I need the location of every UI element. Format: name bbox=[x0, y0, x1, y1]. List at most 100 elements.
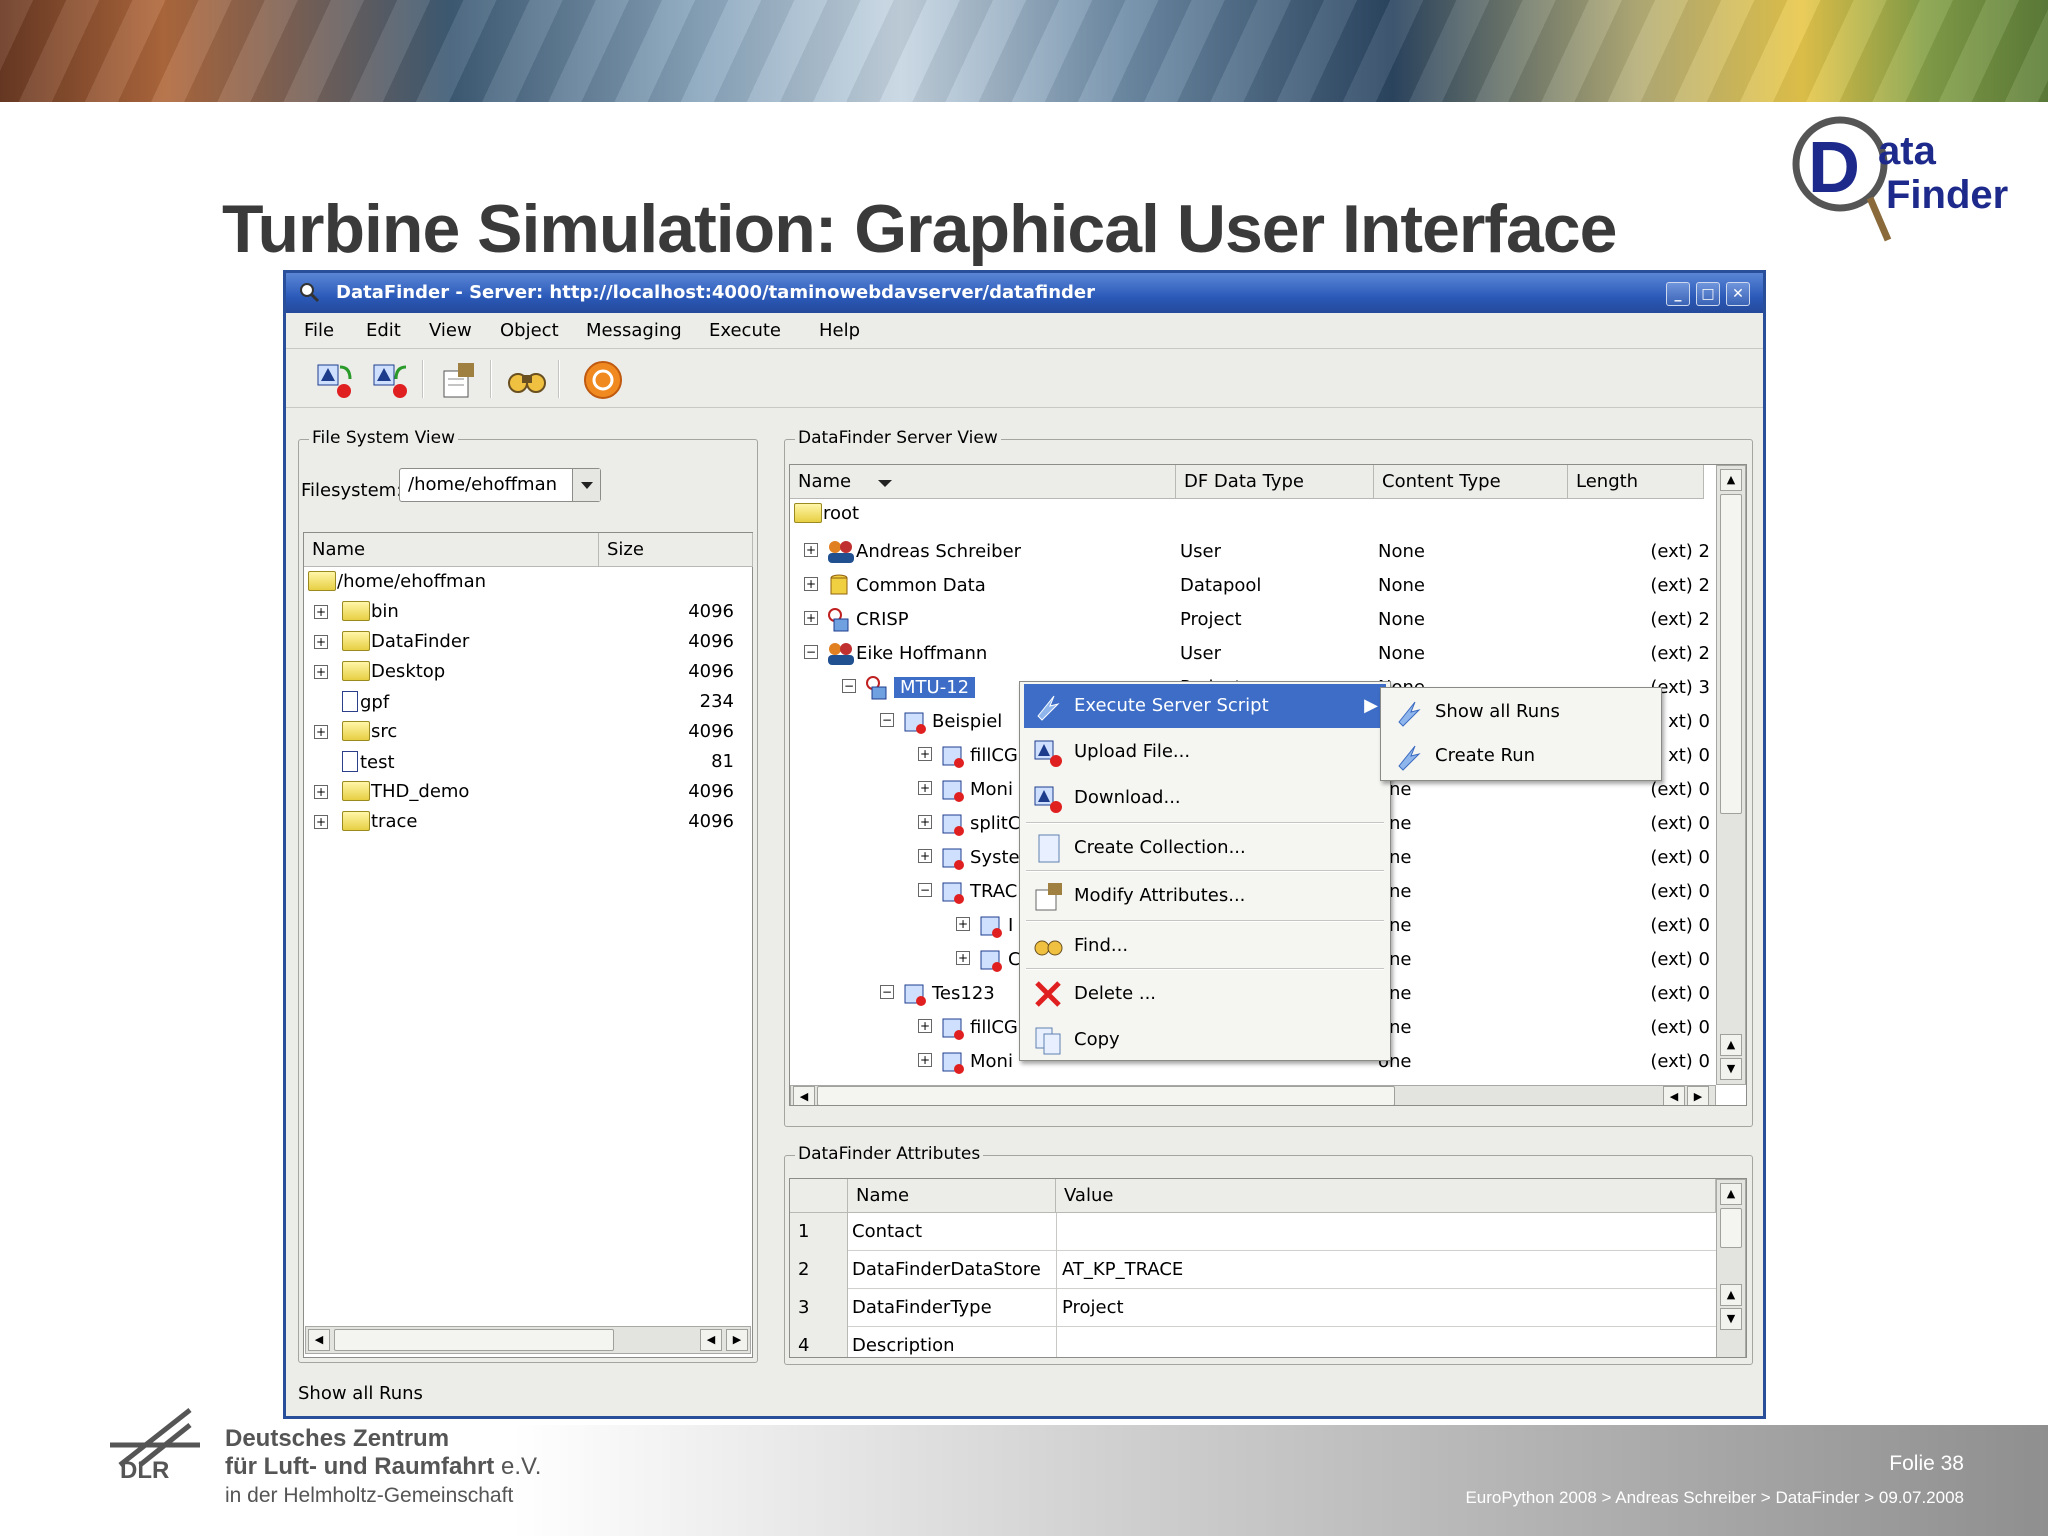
scroll-thumb[interactable] bbox=[817, 1086, 1395, 1105]
menu-edit[interactable]: Edit bbox=[366, 313, 401, 349]
menu-help[interactable]: Help bbox=[819, 313, 860, 349]
column-header-name[interactable]: Name bbox=[848, 1179, 1056, 1213]
stop-execution-icon[interactable] bbox=[582, 359, 624, 401]
expand-icon[interactable]: + bbox=[314, 635, 328, 649]
submenu-create-run[interactable]: Create Run bbox=[1385, 734, 1657, 778]
attributes-table[interactable]: Name Value 1 Contact 2 DataFinderDataStore A… bbox=[789, 1178, 1747, 1358]
scroll-left-button[interactable]: ◀ bbox=[308, 1329, 330, 1351]
expand-icon[interactable]: + bbox=[956, 917, 970, 931]
column-header-name[interactable]: Name bbox=[304, 533, 599, 567]
list-item[interactable]: /home/ehoffman bbox=[308, 571, 486, 592]
expand-icon[interactable]: + bbox=[314, 605, 328, 619]
minimize-button[interactable]: _ bbox=[1666, 282, 1690, 306]
scroll-up-button-2[interactable]: ▲ bbox=[1720, 1034, 1742, 1056]
table-row[interactable]: 3 DataFinderType Project bbox=[790, 1289, 1716, 1327]
context-menu-upload-file[interactable]: Upload File... bbox=[1024, 730, 1386, 774]
scroll-up-button-2[interactable]: ▲ bbox=[1720, 1284, 1742, 1306]
tree-row-label: Moni bbox=[970, 1051, 1013, 1072]
filesystem-select[interactable]: /home/ehoffman bbox=[399, 468, 601, 502]
scroll-left-button-2[interactable]: ◀ bbox=[700, 1329, 722, 1351]
menu-object[interactable]: Object bbox=[500, 313, 559, 349]
menu-execute[interactable]: Execute bbox=[709, 313, 781, 349]
upload-icon[interactable] bbox=[314, 359, 356, 401]
tree-row-label: Eike Hoffmann bbox=[856, 643, 988, 664]
file-icon bbox=[342, 751, 358, 772]
expand-icon[interactable]: + bbox=[918, 781, 932, 795]
column-header-size[interactable]: Size bbox=[599, 533, 753, 567]
menu-messaging[interactable]: Messaging bbox=[586, 313, 682, 349]
scroll-left-button[interactable]: ◀ bbox=[793, 1086, 815, 1105]
tree-row[interactable]: − Eike Hoffmann User None (ext) 2 bbox=[790, 639, 1716, 669]
context-menu-copy[interactable]: Copy bbox=[1024, 1018, 1386, 1062]
collapse-icon[interactable]: − bbox=[804, 645, 818, 659]
attributes-vertical-scrollbar[interactable]: ▲ ▲ ▼ bbox=[1716, 1179, 1746, 1357]
collapse-icon[interactable]: − bbox=[842, 679, 856, 693]
column-header-value[interactable]: Value bbox=[1056, 1179, 1716, 1213]
column-header-length[interactable]: Length bbox=[1568, 465, 1704, 499]
fs-horizontal-scrollbar[interactable]: ◀ ◀ ▶ bbox=[305, 1326, 751, 1354]
folder-icon bbox=[342, 601, 370, 621]
scroll-thumb[interactable] bbox=[1720, 1208, 1742, 1248]
download-icon[interactable] bbox=[370, 359, 412, 401]
close-button[interactable]: ✕ bbox=[1726, 282, 1750, 306]
expand-icon[interactable]: + bbox=[314, 665, 328, 679]
column-header-content-type[interactable]: Content Type bbox=[1374, 465, 1568, 499]
expand-icon[interactable]: + bbox=[918, 747, 932, 761]
maximize-button[interactable]: □ bbox=[1696, 282, 1720, 306]
window-titlebar[interactable]: DataFinder - Server: http://localhost:40… bbox=[286, 273, 1763, 313]
context-menu-label: Find... bbox=[1074, 935, 1129, 956]
scroll-up-button[interactable]: ▲ bbox=[1720, 469, 1742, 491]
datafinder-window: DataFinder - Server: http://localhost:40… bbox=[283, 270, 1766, 1419]
scroll-up-button[interactable]: ▲ bbox=[1720, 1183, 1742, 1205]
scroll-left-button-2[interactable]: ◀ bbox=[1663, 1086, 1685, 1105]
submenu-show-all-runs[interactable]: Show all Runs bbox=[1385, 690, 1657, 734]
context-menu-find[interactable]: Find... bbox=[1024, 924, 1386, 968]
binoculars-find-icon[interactable] bbox=[506, 359, 548, 401]
expand-icon[interactable]: + bbox=[918, 815, 932, 829]
expand-icon[interactable]: + bbox=[918, 1019, 932, 1033]
expand-icon[interactable]: + bbox=[956, 951, 970, 965]
context-menu-execute-server-script[interactable]: Execute Server Script ▶ bbox=[1024, 684, 1386, 728]
list-item-size: 81 bbox=[711, 751, 734, 772]
expand-icon[interactable]: + bbox=[804, 577, 818, 591]
tree-row[interactable]: + Andreas Schreiber User None (ext) 2 bbox=[790, 537, 1716, 567]
expand-icon[interactable]: + bbox=[314, 725, 328, 739]
scroll-right-button[interactable]: ▶ bbox=[726, 1329, 748, 1351]
column-header-name[interactable]: Name bbox=[790, 465, 1176, 499]
context-menu-create-collection[interactable]: Create Collection... bbox=[1024, 826, 1386, 870]
script-icon bbox=[1037, 695, 1060, 721]
scroll-thumb[interactable] bbox=[1720, 494, 1742, 814]
tree-row[interactable]: + Common Data Datapool None (ext) 2 bbox=[790, 571, 1716, 601]
tree-root[interactable]: root bbox=[794, 503, 859, 524]
expand-icon[interactable]: + bbox=[918, 849, 932, 863]
tree-row[interactable]: + CRISP Project None (ext) 2 bbox=[790, 605, 1716, 635]
table-row[interactable]: 4 Description bbox=[790, 1327, 1716, 1357]
item-icon bbox=[942, 1018, 964, 1040]
scroll-down-button[interactable]: ▼ bbox=[1720, 1058, 1742, 1080]
collapse-icon[interactable]: − bbox=[880, 713, 894, 727]
expand-icon[interactable]: + bbox=[314, 815, 328, 829]
context-menu-delete[interactable]: Delete ... bbox=[1024, 972, 1386, 1016]
context-menu-label: Modify Attributes... bbox=[1074, 885, 1246, 906]
menu-view[interactable]: View bbox=[429, 313, 472, 349]
context-menu-download[interactable]: Download... bbox=[1024, 776, 1386, 820]
collapse-icon[interactable]: − bbox=[880, 985, 894, 999]
scroll-down-button[interactable]: ▼ bbox=[1720, 1308, 1742, 1330]
table-row[interactable]: 2 DataFinderDataStore AT_KP_TRACE bbox=[790, 1251, 1716, 1289]
scroll-right-button[interactable]: ▶ bbox=[1687, 1086, 1709, 1105]
table-row[interactable]: 1 Contact bbox=[790, 1213, 1716, 1251]
collapse-icon[interactable]: − bbox=[918, 883, 932, 897]
expand-icon[interactable]: + bbox=[918, 1053, 932, 1067]
expand-icon[interactable]: + bbox=[314, 785, 328, 799]
scroll-thumb[interactable] bbox=[334, 1329, 614, 1351]
expand-icon[interactable]: + bbox=[804, 543, 818, 557]
server-horizontal-scrollbar[interactable]: ◀ ◀ ▶ bbox=[790, 1085, 1716, 1105]
file-system-list[interactable]: Name Size /home/ehoffman + bin 4096 + DataFi… bbox=[303, 532, 753, 1358]
column-header-df-data-type[interactable]: DF Data Type bbox=[1176, 465, 1374, 499]
menu-file[interactable]: File bbox=[304, 313, 334, 349]
expand-icon[interactable]: + bbox=[804, 611, 818, 625]
server-vertical-scrollbar[interactable]: ▲ ▲ ▼ bbox=[1716, 465, 1746, 1085]
modify-attributes-icon[interactable] bbox=[438, 359, 480, 401]
chevron-down-icon[interactable] bbox=[572, 469, 600, 501]
context-menu-modify-attributes[interactable]: Modify Attributes... bbox=[1024, 874, 1386, 918]
